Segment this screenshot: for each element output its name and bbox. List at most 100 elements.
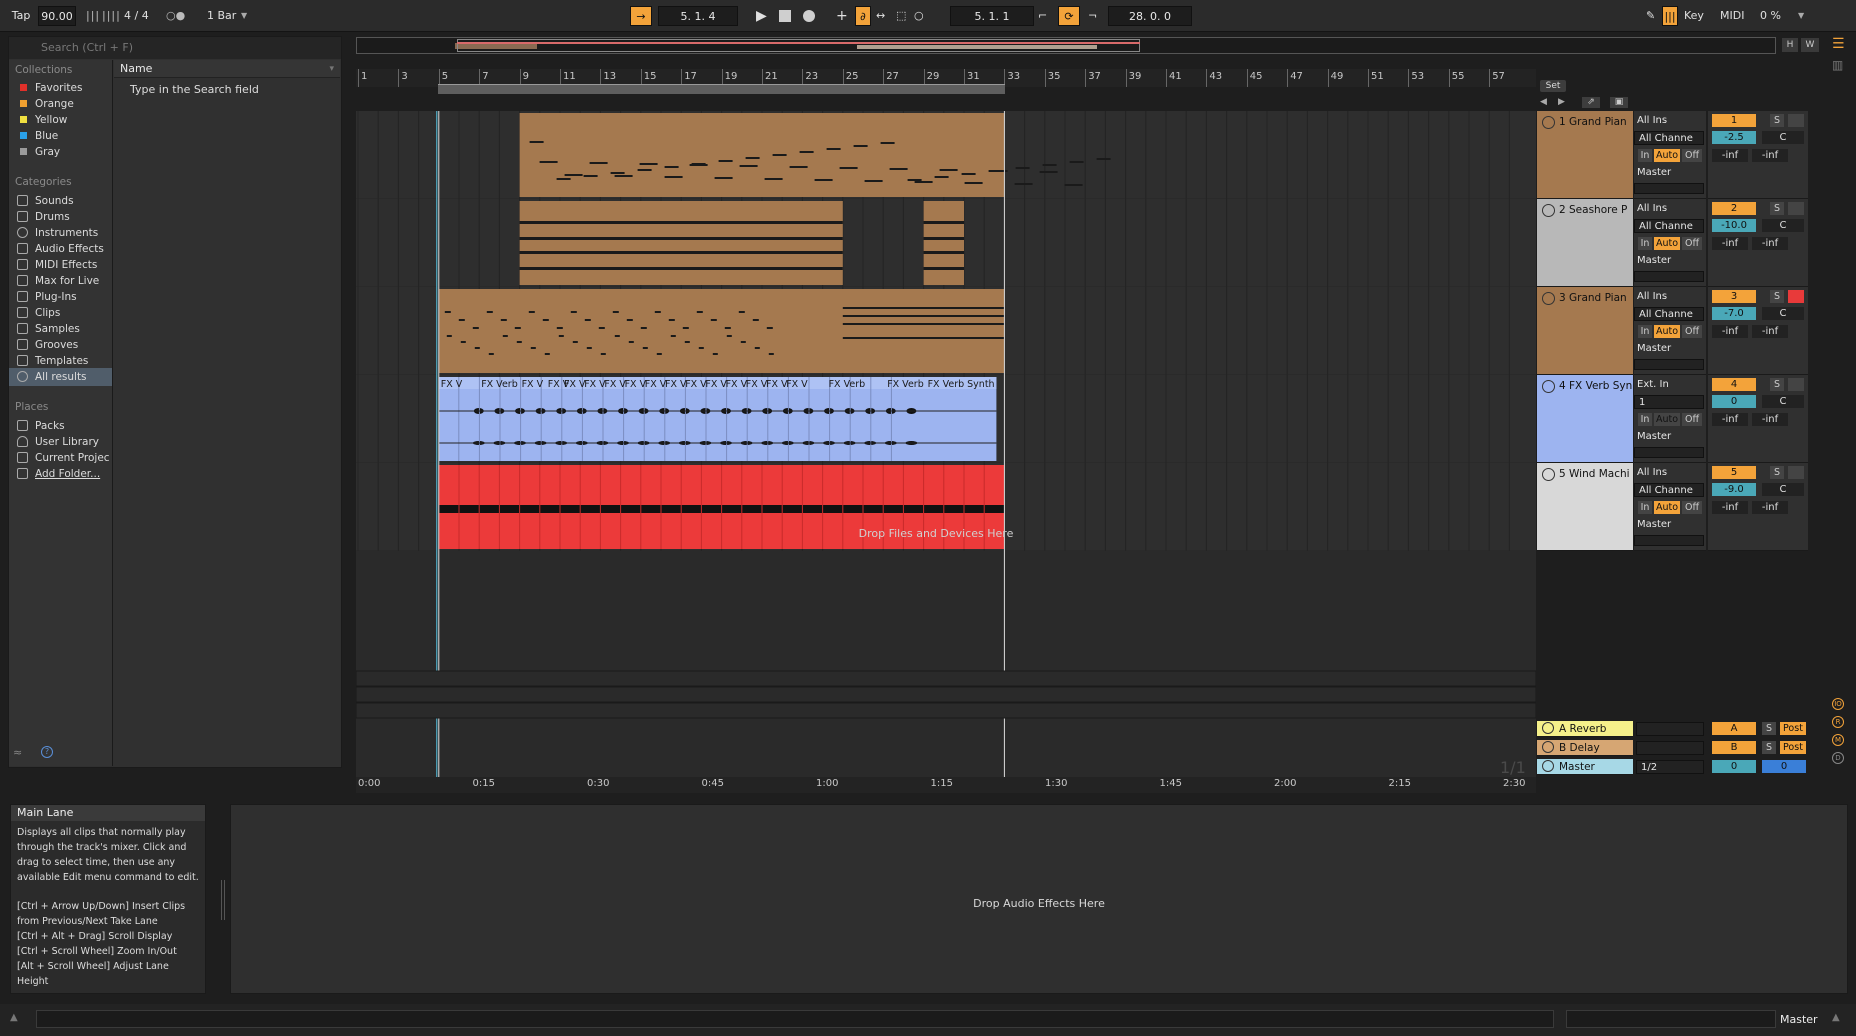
monitor-off-button[interactable]: Off — [1682, 413, 1702, 426]
solo-button[interactable]: S — [1770, 378, 1784, 391]
monitor-in-button[interactable]: In — [1638, 325, 1652, 338]
pan-field[interactable]: C — [1762, 131, 1804, 144]
track-activator-button[interactable]: 3 — [1712, 290, 1756, 303]
track-header[interactable]: 1 Grand Pian — [1537, 111, 1633, 199]
master-output-select[interactable]: 1/2 — [1636, 760, 1704, 774]
monitor-auto-button[interactable]: Auto — [1654, 325, 1680, 338]
pan-field[interactable]: C — [1762, 395, 1804, 408]
pan-field[interactable]: C — [1762, 307, 1804, 320]
fold-icon[interactable] — [1542, 380, 1555, 393]
monitor-off-button[interactable]: Off — [1682, 501, 1702, 514]
clip-grand-piano-1[interactable] — [519, 113, 1005, 197]
device-drop-area[interactable]: Drop Audio Effects Here — [230, 804, 1848, 994]
device-resize-handle[interactable] — [221, 880, 225, 920]
output-channel-select[interactable] — [1634, 447, 1704, 458]
name-column-header[interactable]: Name ▾ — [114, 60, 340, 78]
search-input[interactable]: Search (Ctrl + F) — [9, 37, 341, 59]
output-select[interactable]: Master — [1634, 518, 1704, 532]
track-header[interactable]: 5 Wind Machi — [1537, 463, 1633, 551]
return-activator-button[interactable]: B — [1712, 741, 1756, 754]
solo-button[interactable]: S — [1770, 202, 1784, 215]
menu-icon[interactable]: ☰ — [1832, 36, 1848, 52]
hide-browser-icon[interactable]: ≈ — [13, 746, 27, 760]
show-detail-icon[interactable]: ▲ — [1832, 1012, 1846, 1026]
metronome-icon[interactable]: ||| — [86, 7, 99, 25]
arrangement-overview[interactable] — [356, 37, 1776, 54]
song-position-field[interactable]: 5. 1. 4 — [658, 6, 738, 26]
input-type-select[interactable]: All Ins — [1634, 114, 1704, 128]
track-activator-button[interactable]: 5 — [1712, 466, 1756, 479]
arrangement-view[interactable]: FX V FX Verb FX V FX V FX V FX V FX V FX V FX VF… — [356, 111, 1536, 781]
output-channel-select[interactable] — [1634, 183, 1704, 194]
input-channel-select[interactable]: 1 — [1634, 395, 1704, 409]
output-select[interactable]: Master — [1634, 254, 1704, 268]
track-activator-button[interactable]: 2 — [1712, 202, 1756, 215]
arm-record-button[interactable] — [1788, 290, 1804, 303]
master-pan-field[interactable]: 0 — [1762, 760, 1806, 773]
track-activator-button[interactable]: 4 — [1712, 378, 1756, 391]
arrangement-follow-button[interactable]: → — [630, 6, 652, 26]
monitor-off-button[interactable]: Off — [1682, 149, 1702, 162]
volume-field[interactable]: -7.0 — [1712, 307, 1756, 320]
delay-toggle-icon[interactable]: D — [1832, 752, 1844, 764]
link-icon[interactable]: ⇗ — [1582, 97, 1600, 108]
returns-toggle-icon[interactable]: R — [1832, 716, 1844, 728]
set-locator-button[interactable]: Set — [1540, 80, 1566, 92]
output-channel-select[interactable] — [1634, 359, 1704, 370]
output-select[interactable]: Master — [1634, 166, 1704, 180]
lock-icon[interactable]: ▣ — [1610, 97, 1628, 108]
master-track-header[interactable]: Master — [1537, 759, 1633, 775]
monitor-in-button[interactable]: In — [1638, 501, 1652, 514]
help-icon[interactable]: ? — [41, 746, 53, 758]
fit-width-button[interactable]: W — [1801, 38, 1819, 52]
loop-button[interactable]: ⟳ — [1058, 6, 1080, 26]
clip-seashore-2[interactable] — [923, 201, 964, 285]
output-channel-select[interactable] — [1634, 271, 1704, 282]
monitor-off-button[interactable]: Off — [1682, 237, 1702, 250]
re-enable-icon[interactable]: ↔ — [876, 7, 890, 25]
input-type-select[interactable]: All Ins — [1634, 466, 1704, 480]
clip-grand-piano-3[interactable] — [438, 289, 1005, 373]
punch-in-icon[interactable]: ⌐ — [1038, 7, 1052, 25]
fold-icon[interactable] — [1542, 116, 1555, 129]
input-channel-select[interactable]: All Channe — [1634, 307, 1704, 321]
arm-record-button[interactable] — [1788, 378, 1804, 391]
session-record-icon[interactable]: ○ — [914, 7, 928, 25]
overdub-icon[interactable]: + — [836, 7, 850, 25]
monitor-auto-button[interactable]: Auto — [1654, 149, 1680, 162]
input-channel-select[interactable]: All Channe — [1634, 219, 1704, 233]
time-ruler[interactable]: 0:00 0:15 0:30 0:45 1:00 1:15 1:30 1:45 2:00 2:15… — [356, 777, 1536, 793]
keyboard-icon[interactable]: ||| — [1662, 6, 1678, 26]
chevron-down-icon[interactable]: ▼ — [1798, 7, 1808, 25]
fold-icon[interactable] — [1542, 204, 1555, 217]
return-track-header[interactable]: B Delay — [1537, 740, 1633, 756]
tempo-field[interactable]: 90.00 — [38, 6, 76, 26]
tap-button[interactable]: Tap — [6, 6, 36, 26]
fold-icon[interactable] — [1542, 468, 1555, 481]
fold-icon[interactable] — [1542, 292, 1555, 305]
return-track-header[interactable]: A Reverb — [1537, 721, 1633, 737]
stop-icon[interactable] — [779, 10, 791, 22]
follow-icon[interactable]: ○● — [166, 7, 190, 25]
solo-button[interactable]: S — [1770, 290, 1784, 303]
monitor-in-button[interactable]: In — [1638, 413, 1652, 426]
solo-button[interactable]: S — [1770, 114, 1784, 127]
output-channel-select[interactable] — [1634, 535, 1704, 546]
input-type-select[interactable]: All Ins — [1634, 290, 1704, 304]
loop-start-field[interactable]: 5. 1. 1 — [950, 6, 1034, 26]
play-icon[interactable]: ▶ — [756, 7, 770, 25]
master-volume-field[interactable]: 0 — [1712, 760, 1756, 773]
key-map-button[interactable]: Key — [1684, 7, 1708, 25]
track-header[interactable]: 2 Seashore P — [1537, 199, 1633, 287]
pre-post-button[interactable]: Post — [1780, 741, 1806, 754]
sidebar-item-all-results[interactable]: All results — [9, 368, 112, 386]
monitor-off-button[interactable]: Off — [1682, 325, 1702, 338]
show-info-icon[interactable]: ▲ — [10, 1012, 24, 1026]
draw-mode-icon[interactable]: ✎ — [1646, 7, 1660, 25]
capture-icon[interactable]: ⬚ — [896, 7, 910, 25]
add-folder-link[interactable]: Add Folder... — [9, 465, 112, 483]
volume-field[interactable]: -9.0 — [1712, 483, 1756, 496]
record-icon[interactable] — [803, 10, 815, 22]
input-channel-select[interactable]: All Channe — [1634, 131, 1704, 145]
clip-seashore-1[interactable] — [519, 201, 843, 285]
